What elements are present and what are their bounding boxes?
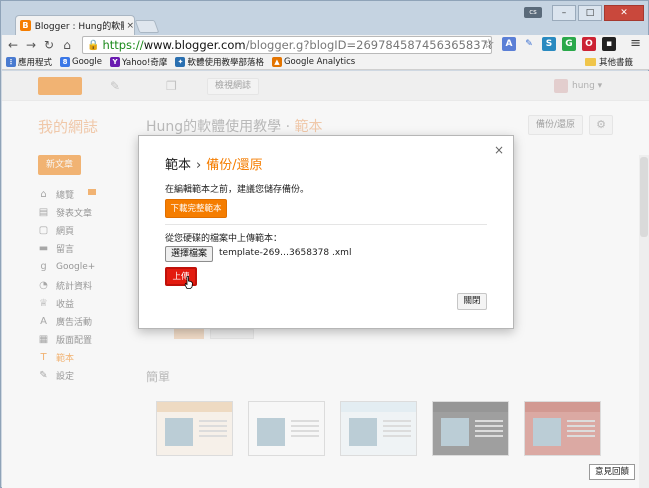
chrome-menu-icon[interactable]: ≡ xyxy=(630,36,641,51)
analytics-icon: ▲ xyxy=(271,57,282,67)
bookmark-apps[interactable]: ⋮ 應用程式 xyxy=(6,56,52,68)
browser-window: B Blogger : Hung的軟體使 × cs – □ ✕ ← → ↻ ⌂ … xyxy=(0,0,649,488)
dialog-title: 範本 › 備份/還原 xyxy=(165,154,263,173)
translate-icon[interactable]: A xyxy=(502,37,516,51)
bookmark-analytics[interactable]: ▲ Google Analytics xyxy=(271,57,356,67)
upload-label: 從您硬碟的檔案中上傳範本： xyxy=(165,234,283,244)
tab-close-icon[interactable]: × xyxy=(126,21,134,31)
bookmark-label: Google Analytics xyxy=(283,57,356,67)
yahoo-icon: Y xyxy=(110,57,120,67)
choose-file-button[interactable]: 選擇檔案 xyxy=(165,246,213,262)
dialog-title-sub: 備份/還原 xyxy=(206,158,263,173)
minimize-button[interactable]: – xyxy=(552,5,576,21)
feedback-button[interactable]: 意見回饋 xyxy=(589,464,636,480)
close-icon[interactable]: × xyxy=(494,143,504,157)
backup-restore-dialog: × 範本 › 備份/還原 在編輯範本之前，建議您儲存備份。 下載完整範本 從您硬碟的… xyxy=(138,135,514,329)
address-bar[interactable]: 🔒 https://www.blogger.com/blogger.g?blog… xyxy=(82,36,492,54)
other-bookmarks[interactable]: 其他書籤 xyxy=(584,56,633,68)
title-bar: B Blogger : Hung的軟體使 × cs – □ ✕ xyxy=(1,1,648,35)
folder-icon xyxy=(584,58,596,66)
bookmark-label: Yahoo!奇摩 xyxy=(122,58,168,68)
blog-icon: ✦ xyxy=(175,57,186,67)
back-arrow-icon[interactable]: ← xyxy=(6,38,20,52)
reload-icon[interactable]: ↻ xyxy=(42,38,56,52)
bookmark-blog[interactable]: ✦ 軟體使用教學部落格 xyxy=(175,56,264,68)
snagit-icon[interactable]: S xyxy=(542,37,556,51)
other-bookmarks-label: 其他書籤 xyxy=(598,58,633,68)
window-close-button[interactable]: ✕ xyxy=(604,5,644,21)
bookmark-label: 應用程式 xyxy=(18,58,53,68)
new-tab-button[interactable] xyxy=(134,20,160,33)
bookmarks-bar: ⋮ 應用程式 8 Google Y Yahoo!奇摩 ✦ 軟體使用教學部落格 ▲ Goog… xyxy=(2,55,649,70)
url-scheme: https:// xyxy=(102,38,144,52)
lock-icon: 🔒 xyxy=(87,39,100,51)
profile-badge[interactable]: cs xyxy=(524,7,542,18)
feather-icon[interactable]: ✎ xyxy=(522,37,536,51)
page-content: ✎ ❐ 檢視網誌 hung ▾ 我的網誌 Hung的軟體使用教學 · 範本 備份… xyxy=(2,71,649,488)
tab-title: Blogger : Hung的軟體使 xyxy=(34,22,125,32)
url-path: /blogger.g?blogID=2697845874563658378#te… xyxy=(245,38,491,52)
dialog-description: 在編輯範本之前，建議您儲存備份。 xyxy=(165,185,310,195)
dialog-divider xyxy=(165,224,487,225)
browser-tab[interactable]: B Blogger : Hung的軟體使 × xyxy=(15,15,135,35)
browser-toolbar: ← → ↻ ⌂ 🔒 https://www.blogger.com/blogge… xyxy=(2,35,649,55)
chevron-right-icon: › xyxy=(196,158,202,173)
dialog-title-main: 範本 xyxy=(165,158,192,173)
green-extension-icon[interactable]: G xyxy=(562,37,576,51)
forward-arrow-icon[interactable]: → xyxy=(24,38,38,52)
blogger-favicon-icon: B xyxy=(20,20,31,31)
bookmark-label: Google xyxy=(72,57,102,67)
url-host: www.blogger.com xyxy=(143,38,246,52)
bookmark-star-icon[interactable]: ☆ xyxy=(483,37,495,52)
apps-icon: ⋮ xyxy=(6,57,16,67)
download-template-button[interactable]: 下載完整範本 xyxy=(165,199,227,218)
red-extension-icon[interactable]: O xyxy=(582,37,596,51)
bookmark-yahoo[interactable]: Y Yahoo!奇摩 xyxy=(110,56,167,68)
extension-icons: A ✎ S G O ▪ xyxy=(502,37,616,51)
maximize-button[interactable]: □ xyxy=(578,5,602,21)
close-dialog-button[interactable]: 關閉 xyxy=(457,293,487,310)
selected-file-name: template-269…3658378 .xml xyxy=(219,248,352,258)
dark-extension-icon[interactable]: ▪ xyxy=(602,37,616,51)
window-controls: cs – □ ✕ xyxy=(524,5,644,21)
google-icon: 8 xyxy=(60,57,71,67)
hand-cursor-icon xyxy=(184,276,193,289)
bookmark-label: 軟體使用教學部落格 xyxy=(187,58,264,68)
home-button-icon[interactable]: ⌂ xyxy=(60,38,74,52)
bookmark-google[interactable]: 8 Google xyxy=(60,57,102,67)
